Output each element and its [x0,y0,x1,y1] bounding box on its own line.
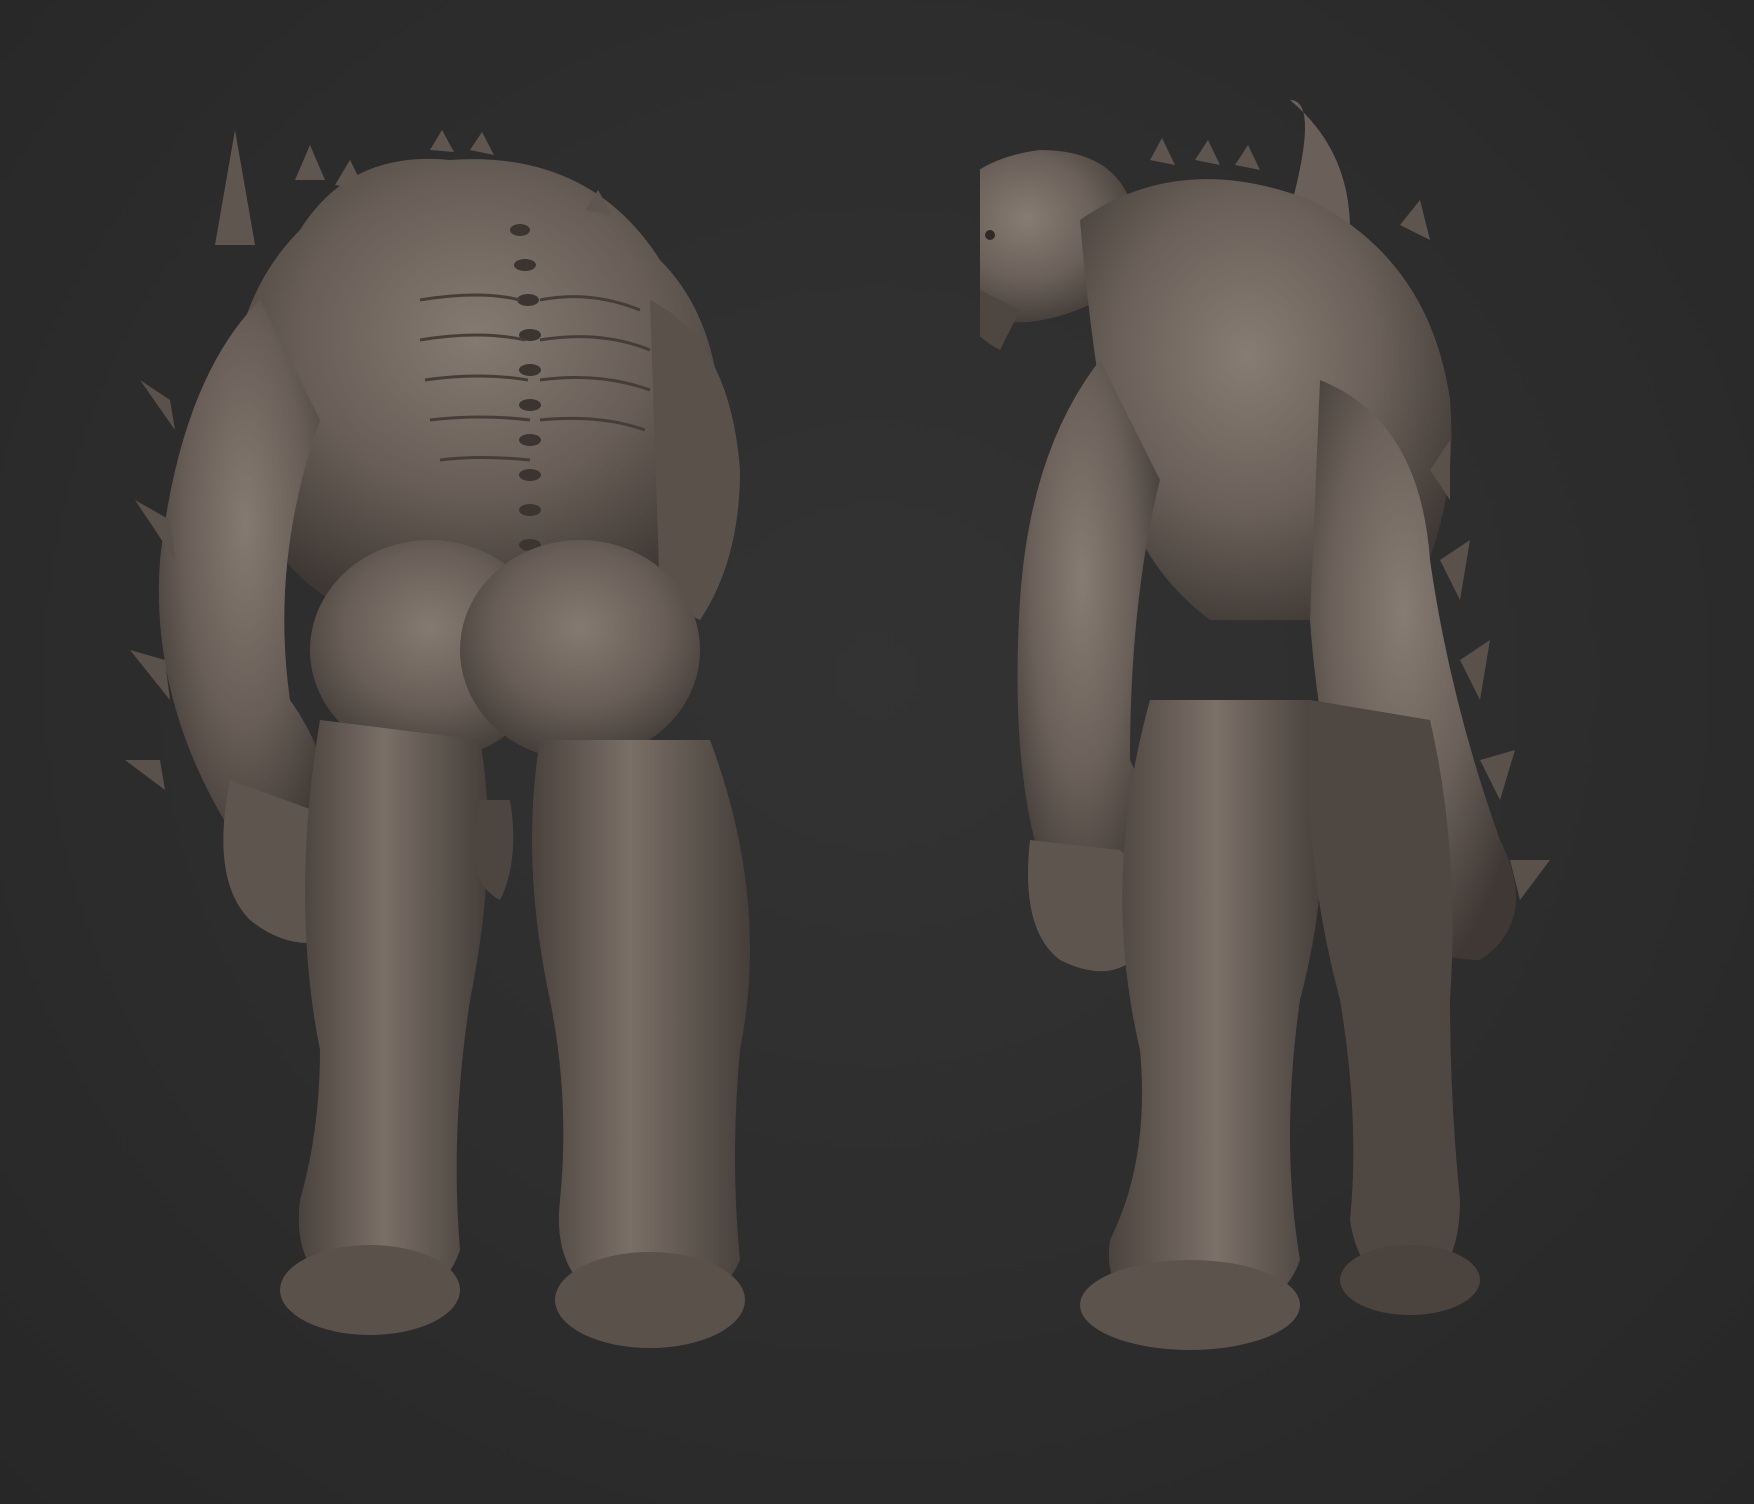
rear-leg [1308,700,1460,1290]
left-foot [280,1245,460,1335]
right-leg [532,740,750,1310]
front-foot [1080,1260,1300,1350]
creature-eye [985,230,995,240]
sculpt-viewport [0,0,1754,1504]
creature-side-view [980,0,1640,1504]
left-leg [298,720,488,1302]
creature-side-view-icon [980,100,1550,1350]
rear-foot [1340,1245,1480,1315]
creature-back-view-icon [125,130,750,1348]
front-leg [1108,700,1323,1320]
right-glute [460,540,700,760]
back-torso [230,158,722,600]
creature-back-view [120,0,800,1504]
right-foot [555,1252,745,1348]
